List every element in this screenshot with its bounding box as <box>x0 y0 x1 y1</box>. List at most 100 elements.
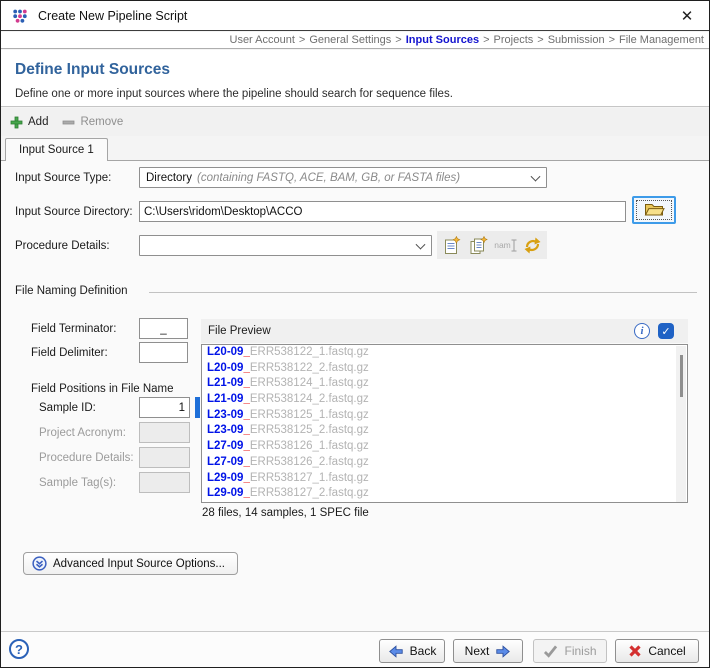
finish-label: Finish <box>564 644 596 658</box>
file-preview-item: L23-09_ERR538125_2.fastq.gz <box>202 423 687 439</box>
chevron-down-icon <box>531 171 541 181</box>
page-title: Define Input Sources <box>15 61 170 79</box>
breadcrumb-projects: Projects <box>494 34 534 46</box>
input-source-type-value: Directory <box>146 172 192 184</box>
new-procedure-button[interactable] <box>440 233 463 257</box>
browse-directory-button[interactable] <box>632 196 676 224</box>
sample-tags-label: Sample Tag(s): <box>39 477 116 489</box>
group-divider <box>149 292 697 293</box>
check-icon <box>543 645 558 658</box>
folder-open-icon <box>644 202 665 218</box>
page-description: Define one or more input sources where t… <box>15 88 453 100</box>
file-preview-item: L21-09_ERR538124_2.fastq.gz <box>202 392 687 408</box>
sample-id-input[interactable] <box>139 397 190 418</box>
field-positions-title: Field Positions in File Name <box>31 383 174 395</box>
help-button[interactable]: ? <box>9 639 29 659</box>
file-naming-group-title: File Naming Definition <box>15 285 128 297</box>
file-preview-item: L20-09_ERR538122_1.fastq.gz <box>202 345 687 361</box>
tab-label: Input Source 1 <box>19 144 94 156</box>
help-icon: ? <box>15 642 23 657</box>
add-source-label: Add <box>28 116 48 128</box>
sample-tags-input[interactable] <box>139 472 190 493</box>
breadcrumb-separator: > <box>609 34 615 46</box>
file-preview-title: File Preview <box>208 325 271 337</box>
add-source-button[interactable]: Add <box>10 116 48 129</box>
next-button[interactable]: Next <box>453 639 523 663</box>
input-source-type-select[interactable]: Directory (containing FASTQ, ACE, BAM, G… <box>139 167 547 188</box>
rename-procedure-button[interactable]: nam <box>494 233 517 257</box>
rename-icon: nam <box>494 238 517 253</box>
app-logo-icon <box>12 8 28 24</box>
breadcrumb: User Account > General Settings > Input … <box>1 32 709 49</box>
input-source-directory-label: Input Source Directory: <box>15 206 133 218</box>
copy-document-icon <box>469 236 488 255</box>
cancel-label: Cancel <box>648 644 685 658</box>
sample-id-marker <box>195 397 200 418</box>
input-source-type-label: Input Source Type: <box>15 172 111 184</box>
wizard-header: Define Input Sources Define one or more … <box>1 50 709 107</box>
field-terminator-label: Field Terminator: <box>31 323 116 335</box>
file-preview-header: File Preview i ✓ <box>201 319 688 343</box>
advanced-options-button[interactable]: Advanced Input Source Options... <box>23 552 238 575</box>
scrollbar-thumb[interactable] <box>680 355 683 397</box>
project-acronym-label: Project Acronym: <box>39 427 126 439</box>
field-delimiter-label: Field Delimiter: <box>31 347 108 359</box>
field-delimiter-input[interactable] <box>139 342 188 363</box>
new-document-icon <box>443 236 461 255</box>
input-source-directory-field[interactable] <box>139 201 626 222</box>
copy-procedure-button[interactable] <box>467 233 490 257</box>
file-preview-status: 28 files, 14 samples, 1 SPEC file <box>202 507 369 519</box>
breadcrumb-input-sources: Input Sources <box>406 34 479 46</box>
file-preview-item: L20-09_ERR538122_2.fastq.gz <box>202 361 687 377</box>
dialog-window: Create New Pipeline Script ✕ User Accoun… <box>0 0 710 668</box>
breadcrumb-user-account: User Account <box>230 34 295 46</box>
procedure-details-select[interactable] <box>139 235 432 256</box>
remove-source-label: Remove <box>80 116 123 128</box>
tab-input-source-1[interactable]: Input Source 1 <box>5 138 108 161</box>
refresh-icon <box>523 236 542 255</box>
breadcrumb-separator: > <box>483 34 489 46</box>
input-source-type-hint: (containing FASTQ, ACE, BAM, GB, or FAST… <box>197 172 460 184</box>
arrow-left-icon <box>388 645 404 658</box>
cancel-button[interactable]: Cancel <box>615 639 699 663</box>
breadcrumb-separator: > <box>395 34 401 46</box>
field-terminator-input[interactable] <box>139 318 188 339</box>
finish-button[interactable]: Finish <box>533 639 607 663</box>
file-preview-item: L21-09_ERR538124_1.fastq.gz <box>202 376 687 392</box>
file-preview-item: L27-09_ERR538126_2.fastq.gz <box>202 455 687 471</box>
breadcrumb-submission: Submission <box>548 34 605 46</box>
footer-bar: ? Back Next Finish Cancel <box>1 631 709 668</box>
refresh-procedure-button[interactable] <box>521 233 544 257</box>
breadcrumb-file-management: File Management <box>619 34 704 46</box>
advanced-options-label: Advanced Input Source Options... <box>53 558 225 570</box>
file-preview-scrollbar[interactable] <box>676 346 686 502</box>
project-acronym-input[interactable] <box>139 422 190 443</box>
source-toolbar: Add Remove <box>1 108 709 136</box>
back-label: Back <box>410 644 437 658</box>
preview-enabled-checkbox[interactable]: ✓ <box>658 323 674 339</box>
procedure-details-actions: nam <box>437 231 547 259</box>
file-preview-item: L23-09_ERR538125_1.fastq.gz <box>202 408 687 424</box>
procedure-details-position-label: Procedure Details: <box>39 452 134 464</box>
procedure-details-position-input[interactable] <box>139 447 190 468</box>
procedure-details-label: Procedure Details: <box>15 240 110 252</box>
back-button[interactable]: Back <box>379 639 445 663</box>
file-preview-item: L29-09_ERR538127_1.fastq.gz <box>202 471 687 487</box>
plus-icon <box>10 116 23 129</box>
breadcrumb-separator: > <box>537 34 543 46</box>
title-bar: Create New Pipeline Script ✕ <box>1 1 709 31</box>
arrow-right-icon <box>495 645 511 658</box>
sample-id-label: Sample ID: <box>39 402 96 414</box>
file-preview-item: L29-09_ERR538127_2.fastq.gz <box>202 486 687 502</box>
file-preview-list[interactable]: L20-09_ERR538122_1.fastq.gz L20-09_ERR53… <box>201 344 688 503</box>
close-icon: ✕ <box>681 7 694 25</box>
breadcrumb-general-settings: General Settings <box>309 34 391 46</box>
close-button[interactable]: ✕ <box>665 1 709 30</box>
minus-icon <box>62 116 75 129</box>
x-icon <box>628 644 642 658</box>
info-icon[interactable]: i <box>634 323 650 339</box>
double-chevron-down-icon <box>32 556 47 571</box>
chevron-down-icon <box>416 239 426 249</box>
remove-source-button[interactable]: Remove <box>62 116 123 129</box>
window-title: Create New Pipeline Script <box>38 9 187 23</box>
